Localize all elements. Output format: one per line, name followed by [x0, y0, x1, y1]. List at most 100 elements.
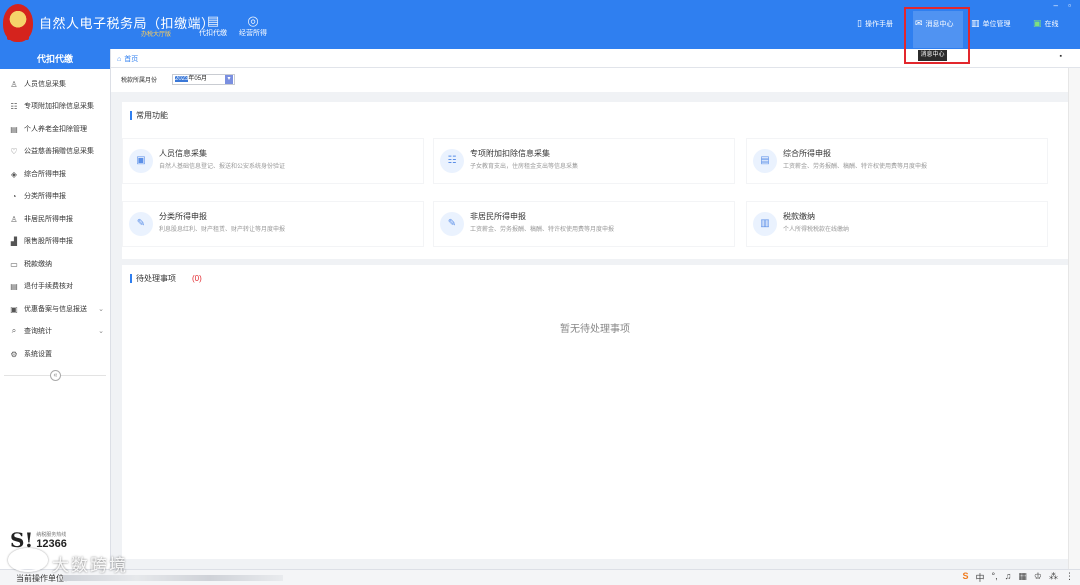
sidebar-item-restricted-stock[interactable]: ▟ 限售股所得申报	[0, 232, 110, 250]
status-bar: 当前操作单位： S 中 °, ♫ ▦ ♔ ⁂ ⋮	[0, 569, 1080, 585]
tax-month-year: 2023	[175, 76, 189, 82]
hotline-number: 12366	[36, 537, 67, 550]
sidebar-item-person-info[interactable]: ♙ 人员信息采集	[0, 75, 110, 93]
calendar-icon[interactable]: ▾	[225, 75, 233, 84]
pending-panel: 待处理事项 (0) 暂无待处理事项	[122, 265, 1068, 559]
charity-icon: ♡	[10, 146, 18, 156]
report-icon: ▤	[753, 149, 777, 173]
keyboard-icon[interactable]: ▦	[1018, 571, 1027, 584]
close-tab-icon[interactable]: ▪	[1060, 53, 1062, 60]
chinese-input-icon[interactable]: 中	[976, 571, 985, 584]
pending-empty-text: 暂无待处理事项	[560, 324, 630, 335]
hall-version-link[interactable]: 办税大厅版	[141, 29, 171, 38]
system-tray: S 中 °, ♫ ▦ ♔ ⁂ ⋮	[963, 571, 1074, 584]
document-icon: ▯	[857, 18, 862, 28]
sidebar-item-query[interactable]: ⌕ 查询统计 ⌄	[0, 322, 110, 340]
breadcrumb-home: 首页	[124, 56, 139, 63]
form-icon: ☷	[440, 149, 464, 173]
microphone-icon[interactable]: ♫	[1005, 571, 1012, 584]
watermark-logo-icon	[8, 548, 48, 572]
tax-month-rest: 年05月	[188, 76, 208, 82]
common-functions-heading: 常用功能	[136, 111, 168, 120]
folder-icon: ▣	[10, 304, 18, 314]
sidebar-item-classified[interactable]: ◔ 分类所得申报	[0, 187, 110, 205]
punctuation-icon[interactable]: °,	[992, 571, 998, 584]
unit-management-label: 单位管理	[982, 20, 1011, 28]
app-title: 自然人电子税务局（扣缴端）	[39, 16, 215, 31]
card-desc: 工资薪金、劳务报酬、稿酬、特许权使用费等月度申报	[470, 227, 615, 233]
shirt-icon[interactable]: ♔	[1034, 571, 1042, 584]
card-title: 综合所得申报	[783, 149, 831, 158]
window-controls[interactable]: – ▫	[1053, 1, 1075, 10]
breadcrumb[interactable]: ⌂ 首页	[117, 54, 138, 64]
card-person-info[interactable]: ▣ 人员信息采集 自然人基础信息登记、报送和公安系统身份验证	[122, 138, 424, 184]
card-classified[interactable]: ✎ 分类所得申报 利息股息红利、财产租赁、财产转让等月度申报	[122, 201, 424, 247]
manual-button[interactable]: ▯ 操作手册	[857, 18, 893, 29]
chat-icon: ▣	[1033, 18, 1042, 28]
common-functions-panel: 常用功能 ▣ 人员信息采集 自然人基础信息登记、报送和公安系统身份验证 ☷ 专项…	[122, 102, 1068, 259]
chevron-down-icon: ⌄	[98, 306, 104, 313]
collapse-sidebar-button[interactable]: «	[50, 370, 61, 381]
edit-icon: ✎	[129, 212, 153, 236]
sidebar-item-refund-fee[interactable]: ▤ 退付手续费核对	[0, 277, 110, 295]
hotline-label: 纳税服务热线	[36, 531, 67, 538]
sidebar-item-nonresident[interactable]: ♙ 非居民所得申报	[0, 210, 110, 228]
common-functions-title: 常用功能	[130, 110, 168, 121]
online-status-button[interactable]: ▣ 在线	[1033, 18, 1059, 29]
sidebar-item-comprehensive[interactable]: ◈ 综合所得申报	[0, 165, 110, 183]
sidebar-item-label: 税款缴纳	[24, 261, 52, 268]
input-method-logo-icon[interactable]: S	[963, 571, 969, 584]
briefcase-icon: ▤	[206, 13, 220, 28]
main-content: ⌂ 首页 ▪ 税款所属月份 2023年05月 ▾ 常用功能 ▣ 人员信息采集 自…	[111, 49, 1080, 569]
card-special-deduction[interactable]: ☷ 专项附加扣除信息采集 子女教育支出，住房租金支出等信息采集	[433, 138, 735, 184]
pending-heading: 待处理事项	[136, 274, 176, 283]
sidebar-item-label: 分类所得申报	[24, 193, 66, 200]
sidebar-item-label: 查询统计	[24, 328, 52, 335]
document-icon: ▤	[10, 124, 18, 134]
card-tax-payment[interactable]: ▥ 税款缴纳 个人所得税税款在线缴纳	[746, 201, 1048, 247]
chevron-down-icon: ⌄	[98, 328, 104, 335]
apps-grid-icon[interactable]: ⁂	[1049, 571, 1058, 584]
nav-withholding[interactable]: ▤ 代扣代缴	[199, 13, 227, 38]
sidebar-item-label: 专项附加扣除信息采集	[24, 103, 94, 110]
tax-month-label: 税款所属月份	[121, 78, 158, 84]
person-icon: ♙	[10, 214, 18, 224]
watermark: 大数跨境	[52, 556, 128, 575]
highlight-annotation-box	[904, 7, 970, 64]
pending-title: 待处理事项 (0)	[130, 273, 202, 284]
document-icon: ▤	[10, 281, 18, 291]
card-desc: 个人所得税税款在线缴纳	[783, 227, 850, 233]
card-nonresident[interactable]: ✎ 非居民所得申报 工资薪金、劳务报酬、稿酬、特许权使用费等月度申报	[433, 201, 735, 247]
id-card-icon: ▣	[129, 149, 153, 173]
sidebar-item-label: 退付手续费核对	[24, 283, 73, 290]
card-title: 专项附加扣除信息采集	[470, 149, 550, 158]
payment-icon: ▥	[753, 212, 777, 236]
sidebar-item-label: 人员信息采集	[24, 81, 66, 88]
list-icon: ☷	[10, 101, 18, 111]
card-desc: 自然人基础信息登记、报送和公安系统身份验证	[159, 164, 286, 170]
edit-icon: ✎	[440, 212, 464, 236]
sidebar-heading: 代扣代缴	[0, 49, 110, 69]
unit-management-button[interactable]: ▥ 单位管理	[971, 18, 1011, 29]
sidebar-item-special-deduction[interactable]: ☷ 专项附加扣除信息采集	[0, 97, 110, 115]
title-accent-bar	[130, 274, 132, 283]
sidebar: 代扣代缴 ♙ 人员信息采集 ☷ 专项附加扣除信息采集 ▤ 个人养老金扣除管理 ♡…	[0, 49, 111, 569]
card-title: 税款缴纳	[783, 212, 815, 221]
card-comprehensive[interactable]: ▤ 综合所得申报 工资薪金、劳务报酬、稿酬、特许权使用费等月度申报	[746, 138, 1048, 184]
sidebar-item-settings[interactable]: ⚙ 系统设置	[0, 345, 110, 363]
sidebar-item-charity[interactable]: ♡ 公益慈善捐赠信息采集	[0, 142, 110, 160]
sidebar-item-label: 优惠备案与信息报送	[24, 306, 87, 313]
card-title: 非居民所得申报	[470, 212, 526, 221]
sidebar-item-pension[interactable]: ▤ 个人养老金扣除管理	[0, 120, 110, 138]
nav-business-income[interactable]: ◎ 经营所得	[239, 13, 267, 38]
vertical-scrollbar[interactable]	[1068, 68, 1080, 569]
more-icon[interactable]: ⋮	[1065, 571, 1074, 584]
sidebar-item-tax-payment[interactable]: ▭ 税款缴纳	[0, 255, 110, 273]
sidebar-item-preferential[interactable]: ▣ 优惠备案与信息报送 ⌄	[0, 300, 110, 318]
nav-withholding-label: 代扣代缴	[199, 30, 227, 37]
person-icon: ♙	[10, 79, 18, 89]
gear-icon: ⚙	[10, 349, 18, 359]
manual-label: 操作手册	[864, 20, 893, 28]
building-icon: ▥	[971, 18, 980, 28]
sidebar-item-label: 个人养老金扣除管理	[24, 126, 87, 133]
